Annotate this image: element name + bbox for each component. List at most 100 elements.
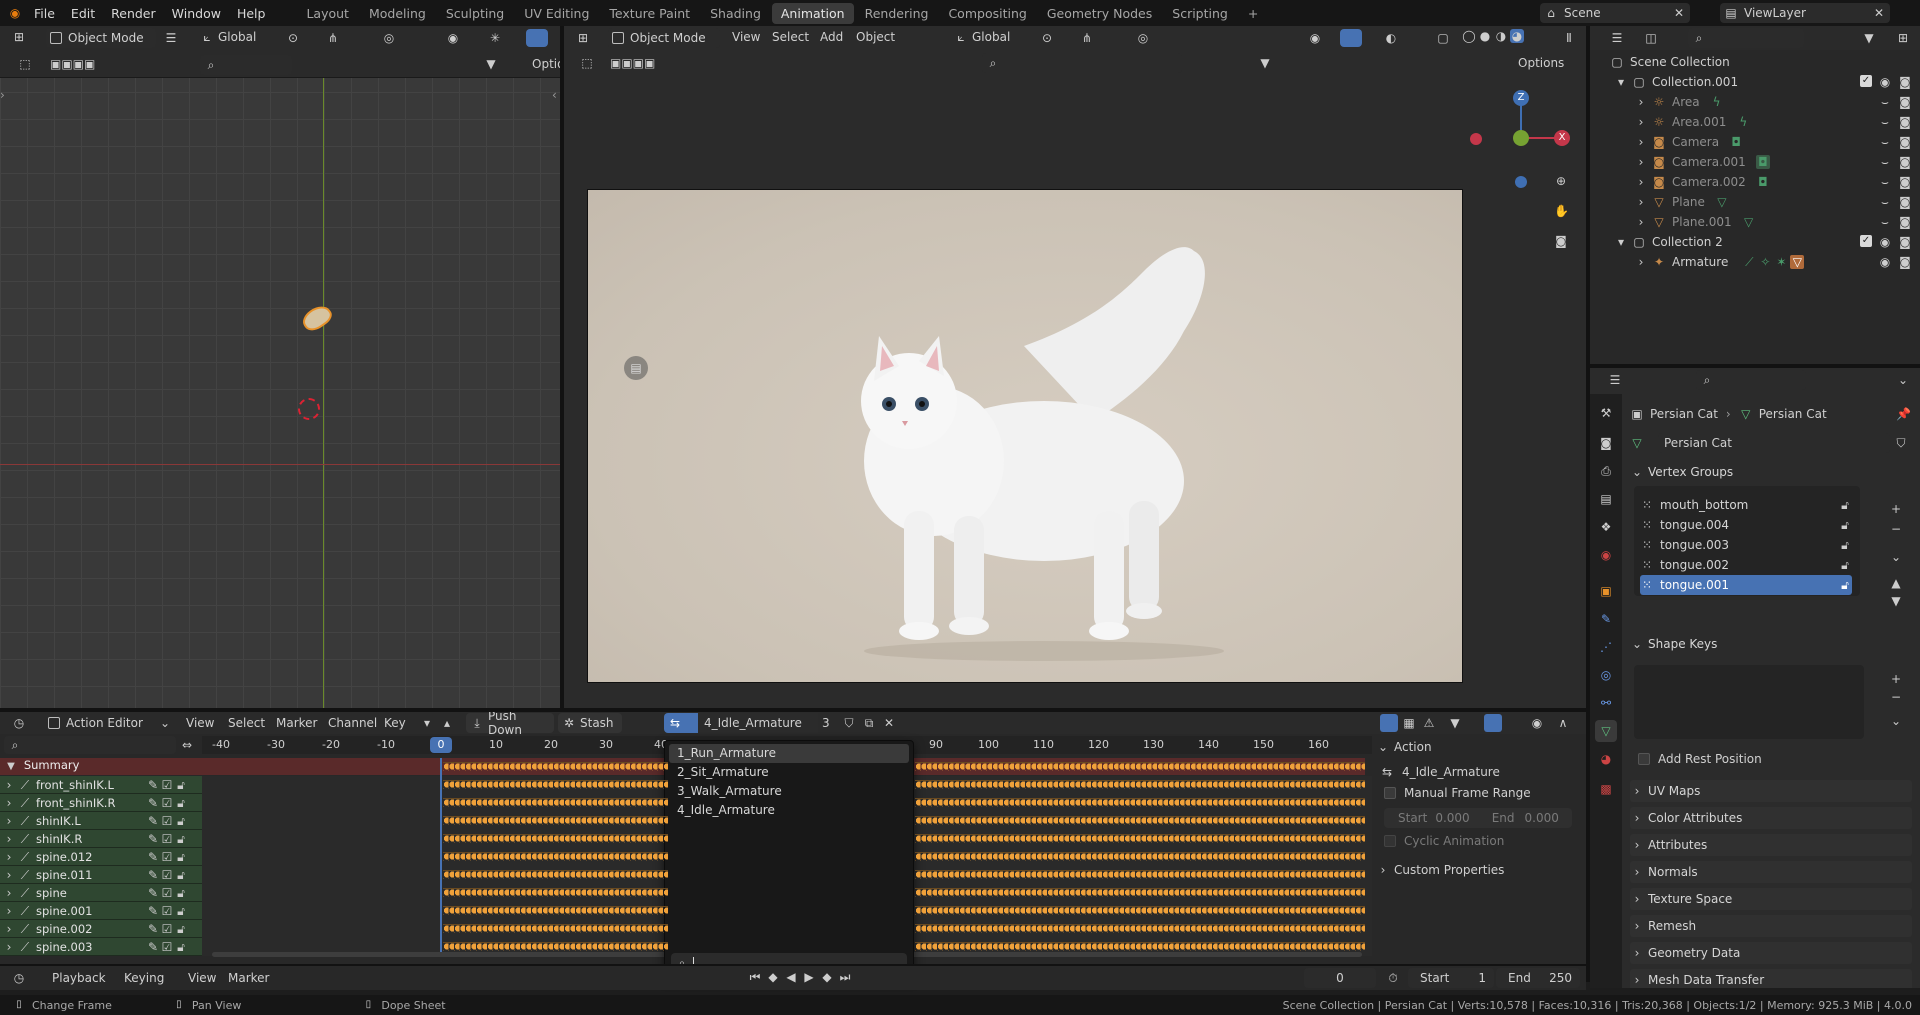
keyframe-strip[interactable] xyxy=(915,816,1365,825)
proportional-icon[interactable]: ◉ xyxy=(1530,716,1544,730)
menu-marker[interactable]: Marker xyxy=(228,971,269,985)
eye-closed-icon[interactable]: ⌣ xyxy=(1878,175,1892,189)
menu-select[interactable]: Select xyxy=(772,30,809,44)
jump-start-icon[interactable]: ⏮ xyxy=(748,970,762,984)
expand-icon[interactable]: › xyxy=(2,886,16,900)
wrench-icon[interactable]: ✎ xyxy=(146,868,160,882)
expand-icon[interactable]: ▾ xyxy=(1614,75,1628,89)
lock-icon[interactable]: 🔓︎ xyxy=(174,832,188,846)
expand-icon[interactable]: › xyxy=(1634,215,1648,229)
menu-file[interactable]: File xyxy=(26,6,63,21)
editor-type-icon[interactable]: ◷ xyxy=(12,716,26,730)
keyframe-strip[interactable] xyxy=(915,942,1365,951)
keyframe-strip[interactable] xyxy=(443,816,668,825)
eye-closed-icon[interactable]: ⌣ xyxy=(1878,155,1892,169)
eye-closed-icon[interactable]: ⌣ xyxy=(1878,95,1892,109)
options-button[interactable]: Options xyxy=(1518,56,1564,70)
camera-badge-icon[interactable]: ▤ xyxy=(624,356,648,380)
manual-frame-range-checkbox[interactable]: Manual Frame Range xyxy=(1384,786,1531,800)
checkbox-icon[interactable]: ☑ xyxy=(160,886,174,900)
menu-select[interactable]: Select xyxy=(228,716,265,730)
outliner-item-plane-001[interactable]: › ▽ Plane.001 ▽ ⌣ ◙ xyxy=(1590,212,1920,232)
proportional-icon[interactable]: ◎ xyxy=(1136,31,1150,45)
lock-icon[interactable]: 🔓︎ xyxy=(174,940,188,954)
warning-icon[interactable]: ⚠ xyxy=(1422,716,1436,730)
only-selected-toggle[interactable] xyxy=(1380,714,1398,732)
main-search-field[interactable]: ⌕ xyxy=(982,53,1182,73)
xray-icon[interactable]: ▢ xyxy=(1436,31,1450,45)
select-mode-icons[interactable]: ▣▣▣▣ xyxy=(610,56,700,70)
lock-icon[interactable]: 🔓︎ xyxy=(174,814,188,828)
checkbox-icon[interactable]: ✓ xyxy=(1860,75,1872,87)
action-name-field[interactable]: 4_Idle_Armature xyxy=(698,713,818,733)
expand-icon[interactable]: › xyxy=(2,940,16,954)
mode-dropdown[interactable]: Object Mode xyxy=(46,28,156,48)
collection-row[interactable]: ▾ ▢ Collection 2 ✓ ◉ ◙ xyxy=(1590,232,1920,252)
filter-icon[interactable]: ▼ xyxy=(1258,56,1272,70)
expand-icon[interactable]: › xyxy=(2,778,16,792)
tab-modeling[interactable]: Modeling xyxy=(360,3,435,24)
move-up-icon[interactable]: ▲ xyxy=(1889,576,1903,590)
menu-add[interactable]: Add xyxy=(820,30,843,44)
tab-scripting[interactable]: Scripting xyxy=(1163,3,1237,24)
channel-row[interactable]: › ⟋ spine.011 ✎ ☑ 🔓︎ xyxy=(0,866,202,884)
add-icon[interactable]: + xyxy=(1889,502,1903,516)
tab-geometry-nodes[interactable]: Geometry Nodes xyxy=(1038,3,1161,24)
checkbox-icon[interactable] xyxy=(1638,753,1650,765)
checkbox-icon[interactable]: ☑ xyxy=(160,814,174,828)
expand-icon[interactable]: › xyxy=(1634,95,1648,109)
show-hidden-icon[interactable]: ▦ xyxy=(1402,716,1416,730)
keyframe-strip[interactable] xyxy=(915,870,1365,879)
lock-icon[interactable]: 🔓︎ xyxy=(1838,578,1852,592)
lock-icon[interactable]: 🔓︎ xyxy=(174,868,188,882)
eye-closed-icon[interactable]: ⌣ xyxy=(1878,215,1892,229)
eye-icon[interactable]: ◉ xyxy=(1878,235,1892,249)
vertex-group-item[interactable]: ⁙ mouth_bottom 🔓︎ xyxy=(1640,495,1852,515)
gizmo-icon[interactable]: ✳ xyxy=(488,31,502,45)
new-collection-icon[interactable]: ⊞ xyxy=(1896,31,1910,45)
menu-view[interactable]: View xyxy=(188,971,216,985)
lock-icon[interactable]: 🔓︎ xyxy=(174,778,188,792)
camera-render-icon[interactable]: ◙ xyxy=(1898,135,1912,149)
checkbox-icon[interactable]: ☑ xyxy=(160,778,174,792)
overlay-icon[interactable]: ◐ xyxy=(1384,31,1398,45)
tool-tab-icon[interactable]: ⚒ xyxy=(1599,406,1613,420)
tab-compositing[interactable]: Compositing xyxy=(939,3,1035,24)
expand-icon[interactable]: › xyxy=(1634,255,1648,269)
camera-render-icon[interactable]: ◙ xyxy=(1898,115,1912,129)
action-option[interactable]: 4_Idle_Armature xyxy=(669,801,909,820)
play-reverse-icon[interactable]: ◀ xyxy=(784,970,798,984)
action-user-count[interactable]: 3 xyxy=(822,716,830,730)
outliner-item-camera-001[interactable]: › ◙ Camera.001 ◘ ⌣ ◙ xyxy=(1590,152,1920,172)
gizmo-y-axis[interactable]: Y xyxy=(1513,130,1529,146)
mesh-data-icon[interactable]: ▽ xyxy=(1630,436,1644,450)
close-icon[interactable]: ✕ xyxy=(1872,6,1886,20)
tab-texture-paint[interactable]: Texture Paint xyxy=(600,3,699,24)
expand-icon[interactable]: › xyxy=(2,796,16,810)
eye-icon[interactable]: ◉ xyxy=(1878,255,1892,269)
outliner-item-area-001[interactable]: › ☼ Area.001 ϟ ⌣ ◙ xyxy=(1590,112,1920,132)
left-search-field[interactable]: ⌕ xyxy=(200,55,292,75)
filter-icon[interactable]: ▼ xyxy=(1862,31,1876,45)
menu-channel[interactable]: Channel xyxy=(328,716,377,730)
keyframe-strip[interactable] xyxy=(915,762,1365,771)
tab-uv-editing[interactable]: UV Editing xyxy=(515,3,598,24)
keyframe-strip[interactable] xyxy=(915,798,1365,807)
options-button[interactable]: Optio xyxy=(532,57,560,71)
gizmo-z-axis[interactable]: Z xyxy=(1513,90,1529,106)
viewlayer-selector[interactable]: ▤ ViewLayer ✕ xyxy=(1720,3,1890,23)
particles-tab-icon[interactable]: ⋰ xyxy=(1599,640,1613,654)
expand-icon[interactable]: › xyxy=(2,814,16,828)
eye-closed-icon[interactable]: ⌣ xyxy=(1878,195,1892,209)
vertex-group-item[interactable]: ⁙ tongue.002 🔓︎ xyxy=(1640,555,1852,575)
layer-down-icon[interactable]: ▾ xyxy=(420,716,434,730)
modifier-tab-icon[interactable]: ✎ xyxy=(1599,612,1613,626)
checkbox-icon[interactable]: ✓ xyxy=(1860,235,1872,247)
eye-icon[interactable]: ◉ xyxy=(1878,75,1892,89)
pause-icon[interactable]: Ⅱ xyxy=(1562,31,1576,45)
physics-tab-icon[interactable]: ◎ xyxy=(1599,668,1613,682)
action-option[interactable]: 1_Run_Armature xyxy=(669,744,909,763)
menu-help[interactable]: Help xyxy=(229,6,274,21)
output-tab-icon[interactable]: ⎙ xyxy=(1599,464,1613,478)
stash-button[interactable]: ✲ Stash xyxy=(558,713,622,733)
